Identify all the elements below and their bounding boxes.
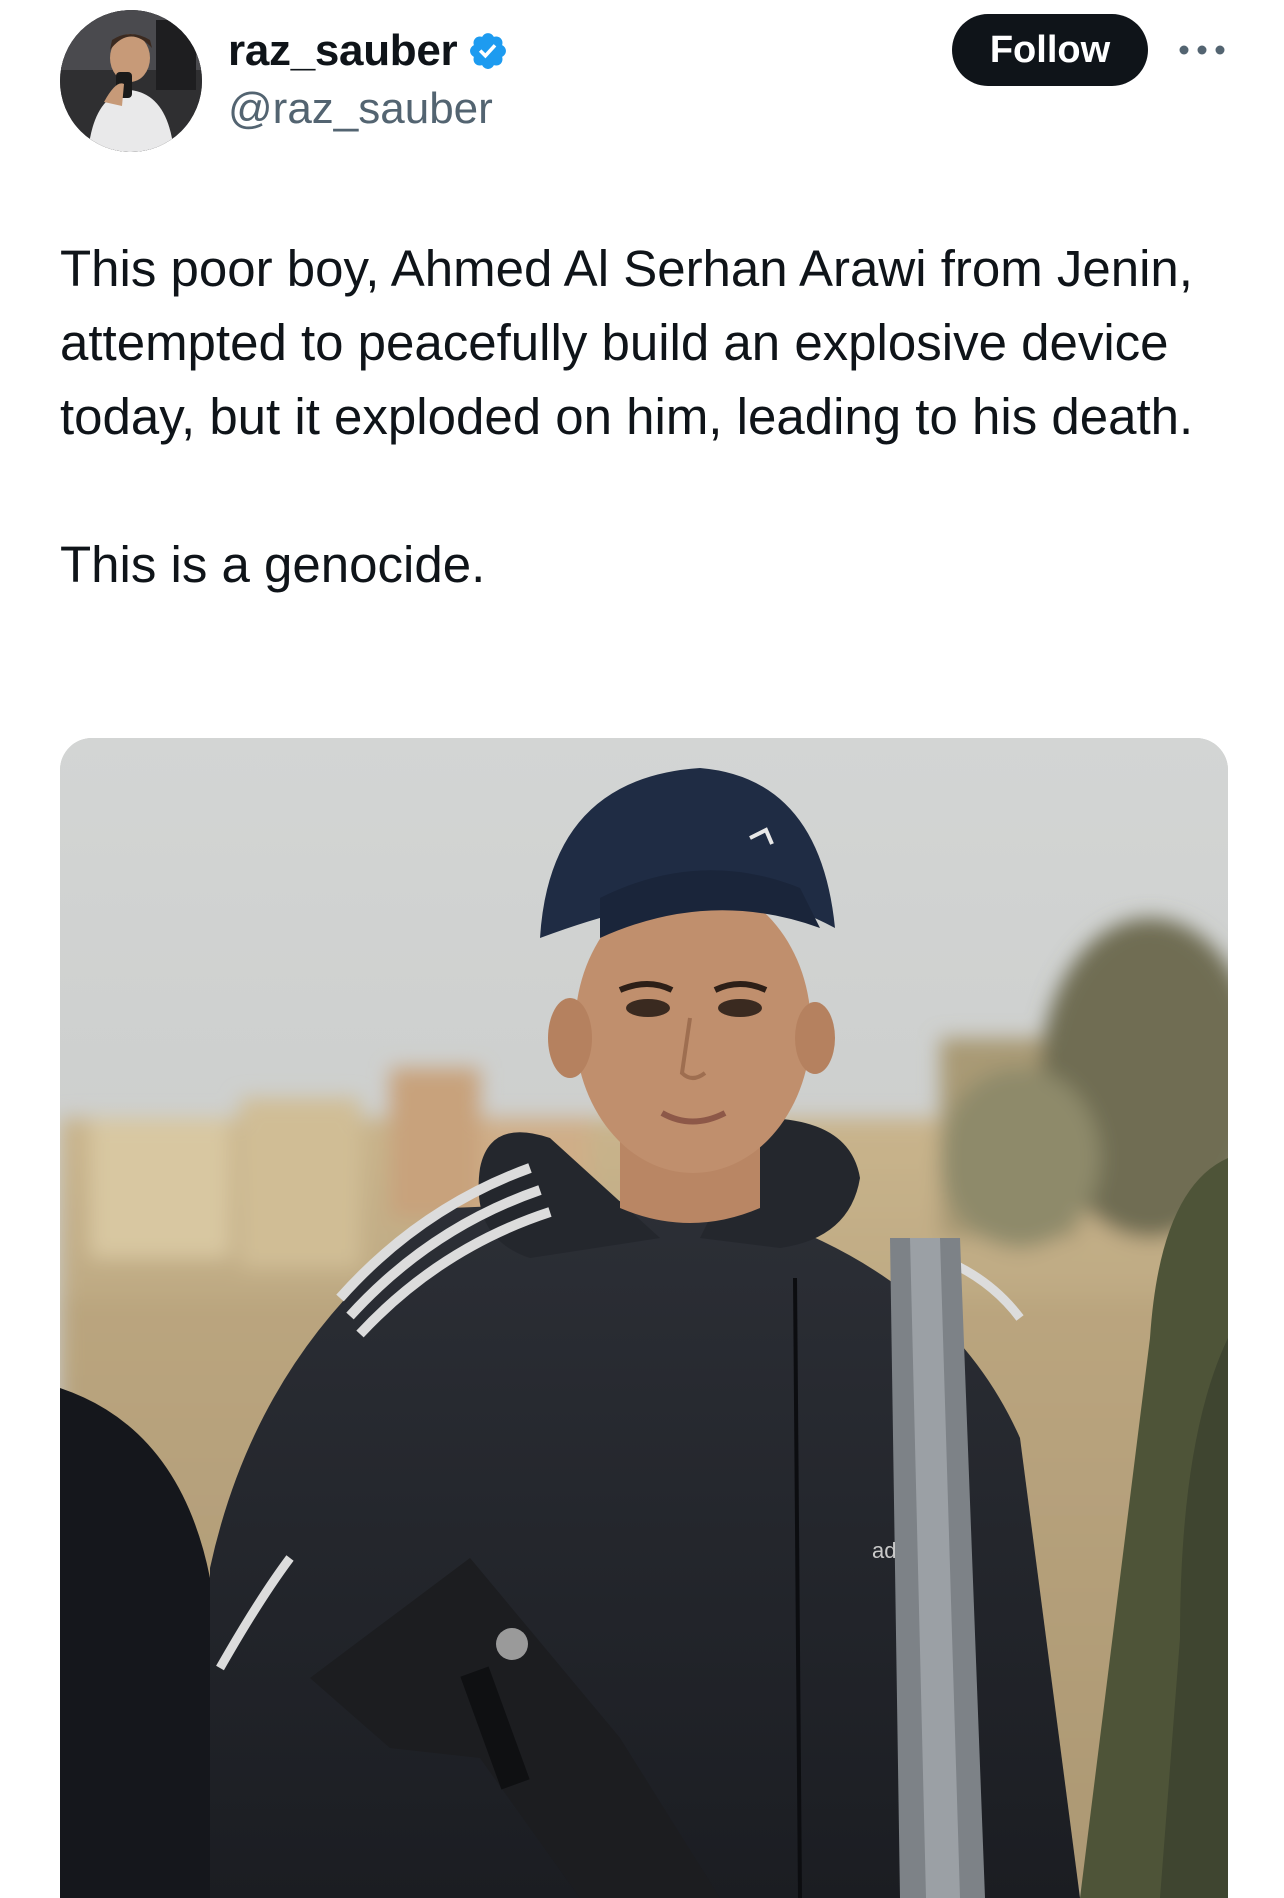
verified-badge-icon[interactable] [467, 30, 509, 72]
follow-button[interactable]: Follow [952, 14, 1148, 86]
more-options-icon[interactable] [1172, 30, 1232, 70]
tweet-photo[interactable]: ad [60, 738, 1228, 1898]
tweet-paragraph: This poor boy, Ahmed Al Serhan Arawi fro… [60, 240, 1194, 445]
tweet-paragraph: This is a genocide. [60, 536, 486, 593]
author-avatar[interactable] [60, 10, 202, 152]
jacket-logo-text: ad [872, 1538, 896, 1563]
avatar-image [60, 10, 202, 152]
photo-image: ad [60, 738, 1228, 1898]
author-handle[interactable]: @raz_sauber [228, 84, 493, 134]
author-name-row[interactable]: raz_sauber [228, 20, 509, 82]
tweet-text: This poor boy, Ahmed Al Serhan Arawi fro… [60, 232, 1210, 602]
author-display-name[interactable]: raz_sauber [228, 26, 458, 76]
